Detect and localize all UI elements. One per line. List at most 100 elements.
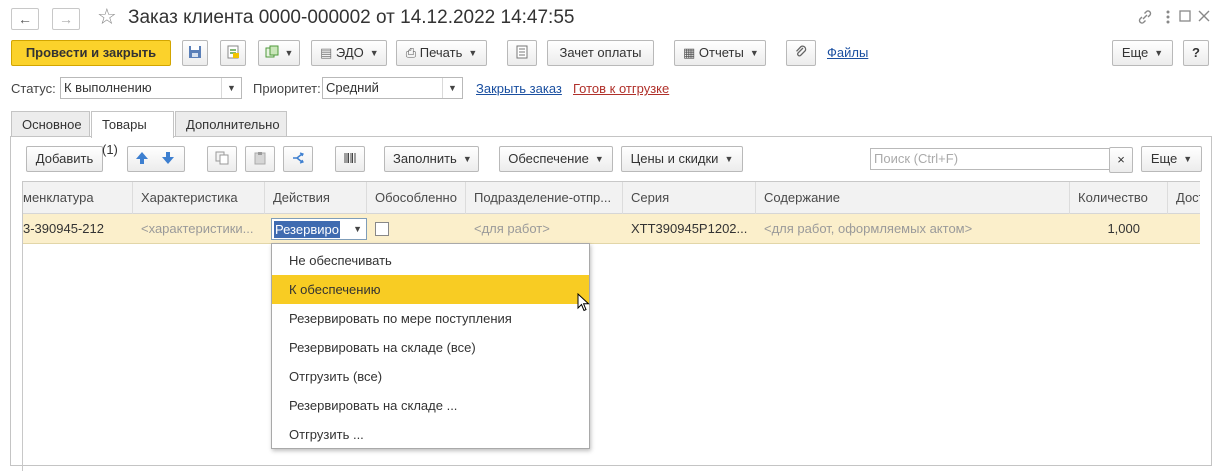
reports-button[interactable]: ▦ Отчеты ▼ — [674, 40, 766, 66]
cell-characteristic[interactable]: <характеристики... — [133, 214, 265, 244]
table-row[interactable]: 3-390945-212 <характеристики... Резервир… — [23, 214, 1200, 244]
more-label: Еще — [1150, 151, 1178, 166]
column-header-actions[interactable]: Действия — [265, 182, 367, 214]
dropdown-item[interactable]: Отгрузить (все) — [272, 362, 589, 391]
print-label: Печать — [419, 45, 463, 60]
chevron-down-icon: ▼ — [369, 48, 379, 58]
split-icon — [293, 152, 304, 164]
paperclip-icon — [796, 45, 807, 57]
chevron-down-icon[interactable]: ▼ — [221, 78, 241, 98]
paste-row-button[interactable] — [245, 146, 275, 172]
clear-search-button[interactable]: × — [1109, 147, 1133, 173]
chevron-down-icon: ▼ — [462, 154, 472, 164]
chevron-down-icon: ▼ — [594, 154, 604, 164]
more-vertical-icon[interactable] — [1165, 9, 1171, 30]
cell-quantity[interactable]: 1,000 — [1070, 214, 1168, 244]
list-document-icon — [516, 45, 528, 59]
cell-department[interactable]: <для работ> — [466, 214, 623, 244]
print-button[interactable]: ⎙ Печать ▼ — [396, 40, 487, 66]
column-header-nomenclature[interactable]: менклатура — [23, 182, 133, 214]
create-based-icon — [265, 45, 279, 58]
column-header-quantity[interactable]: Количество — [1070, 182, 1168, 214]
separate-checkbox[interactable] — [375, 222, 389, 236]
dropdown-item[interactable]: Не обеспечивать — [272, 246, 589, 275]
mouse-cursor-icon — [577, 292, 590, 315]
paste-icon — [254, 152, 266, 165]
post-and-close-button[interactable]: Провести и закрыть — [11, 40, 171, 66]
maximize-icon[interactable] — [1178, 9, 1192, 28]
close-icon[interactable] — [1198, 9, 1210, 27]
table-header: менклатура Характеристика Действия Обосо… — [23, 182, 1200, 214]
dropdown-item-selected[interactable]: К обеспечению — [272, 275, 589, 304]
prices-discounts-button[interactable]: Цены и скидки ▼ — [621, 146, 743, 172]
close-order-link[interactable]: Закрыть заказ — [476, 81, 562, 96]
column-header-separate[interactable]: Обособленно — [367, 182, 466, 214]
chevron-down-icon: ▼ — [1183, 154, 1193, 164]
search-input[interactable]: Поиск (Ctrl+F) — [870, 148, 1110, 170]
attach-button[interactable] — [786, 40, 816, 66]
move-up-icon[interactable] — [135, 147, 149, 171]
create-based-on-button[interactable]: ▼ — [258, 40, 300, 66]
files-link[interactable]: Файлы — [827, 45, 868, 60]
column-header-series[interactable]: Серия — [623, 182, 756, 214]
back-button[interactable]: ← — [11, 8, 39, 30]
reports-icon: ▦ — [683, 45, 696, 60]
ready-to-ship-link[interactable]: Готов к отгрузке — [573, 81, 669, 96]
arrow-right-icon: → — [59, 11, 73, 27]
payment-offset-button[interactable]: Зачет оплаты — [547, 40, 654, 66]
edo-icon: ▤ — [320, 45, 333, 60]
tab-goods[interactable]: Товары (1) — [91, 111, 174, 157]
link-icon[interactable] — [1137, 9, 1153, 30]
star-icon[interactable]: ☆ — [97, 5, 117, 29]
chevron-down-icon[interactable]: ▼ — [442, 78, 462, 98]
barcode-button[interactable] — [335, 146, 365, 172]
supply-button[interactable]: Обеспечение ▼ — [499, 146, 613, 172]
chevron-down-icon[interactable]: ▼ — [353, 219, 362, 239]
document-list-button[interactable] — [507, 40, 537, 66]
fill-button[interactable]: Заполнить ▼ — [384, 146, 479, 172]
barcode-icon — [344, 153, 356, 163]
forward-button[interactable]: → — [52, 8, 80, 30]
printer-icon: ⎙ — [405, 45, 417, 60]
add-button[interactable]: Добавить — [26, 146, 103, 172]
fill-label: Заполнить — [393, 151, 457, 166]
column-header-delivery[interactable]: Дост — [1168, 182, 1200, 214]
action-dropdown-list: Не обеспечивать К обеспечению Резервиров… — [271, 243, 590, 449]
chevron-down-icon: ▼ — [1154, 48, 1164, 58]
priority-label: Приоритет: — [253, 81, 321, 96]
post-button[interactable] — [220, 40, 246, 66]
save-icon — [189, 46, 201, 58]
tab-main[interactable]: Основное — [11, 111, 90, 137]
status-field[interactable]: К выполнению ▼ — [60, 77, 242, 99]
prices-label: Цены и скидки — [630, 151, 719, 166]
save-button[interactable] — [182, 40, 208, 66]
dropdown-item[interactable]: Резервировать по мере поступления — [272, 304, 589, 333]
action-select[interactable]: Резервиро ▼ — [271, 218, 367, 240]
dropdown-item[interactable]: Резервировать на складе ... — [272, 391, 589, 420]
reports-label: Отчеты — [698, 45, 744, 60]
grid-more-button[interactable]: Еще ▼ — [1141, 146, 1202, 172]
cell-nomenclature[interactable]: 3-390945-212 — [23, 214, 133, 244]
priority-value: Средний — [326, 80, 379, 95]
cell-series[interactable]: XTT390945P1202... — [623, 214, 756, 244]
column-header-characteristic[interactable]: Характеристика — [133, 182, 265, 214]
dropdown-item[interactable]: Отгрузить ... — [272, 420, 589, 449]
help-button[interactable]: ? — [1183, 40, 1209, 66]
more-button[interactable]: Еще ▼ — [1112, 40, 1173, 66]
goods-table: менклатура Характеристика Действия Обосо… — [22, 181, 1200, 471]
chevron-down-icon: ▼ — [284, 48, 294, 58]
edo-button[interactable]: ▤ ЭДО ▼ — [311, 40, 387, 66]
cell-content[interactable]: <для работ, оформляемых актом> — [756, 214, 1070, 244]
status-label: Статус: — [11, 81, 56, 96]
copy-icon — [215, 151, 229, 165]
copy-row-button[interactable] — [207, 146, 237, 172]
column-header-content[interactable]: Содержание — [756, 182, 1070, 214]
dropdown-item[interactable]: Резервировать на складе (все) — [272, 333, 589, 362]
post-document-icon — [227, 45, 239, 59]
column-header-department[interactable]: Подразделение-отпр... — [466, 182, 623, 214]
chevron-down-icon: ▼ — [749, 48, 759, 58]
move-down-icon[interactable] — [161, 147, 175, 171]
tab-additional[interactable]: Дополнительно — [175, 111, 287, 137]
split-row-button[interactable] — [283, 146, 313, 172]
priority-field[interactable]: Средний ▼ — [322, 77, 463, 99]
